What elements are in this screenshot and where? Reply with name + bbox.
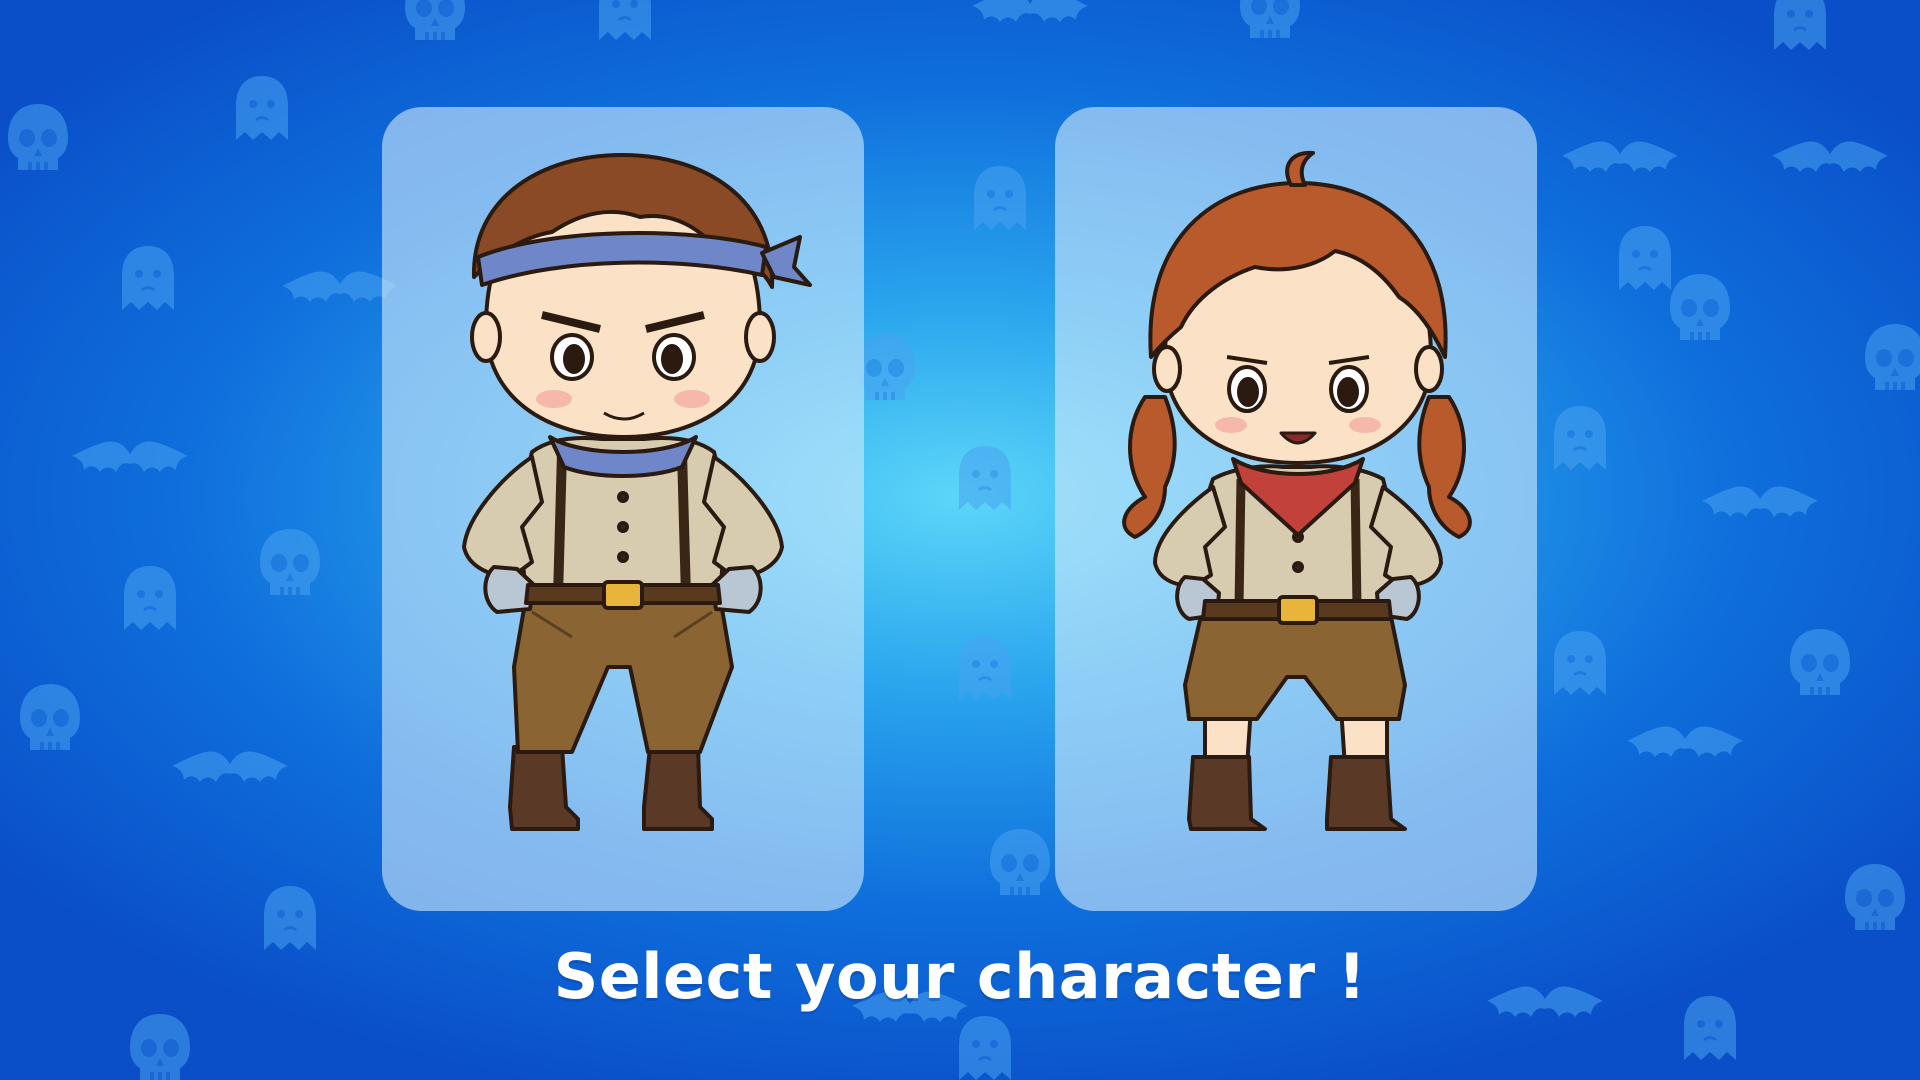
ghost-icon: [1552, 404, 1608, 472]
bat-icon: [1702, 486, 1818, 517]
background: Select your character !: [0, 0, 1920, 1080]
bat-icon: [972, 0, 1088, 22]
ghost-icon: [972, 164, 1028, 232]
ghost-icon: [122, 564, 178, 632]
bat-icon: [1772, 141, 1888, 172]
bat-icon: [282, 271, 398, 302]
ghost-icon: [120, 244, 176, 312]
character-card-girl[interactable]: [1055, 107, 1537, 911]
ghost-icon: [1617, 224, 1673, 292]
boy-character-icon: [462, 153, 812, 831]
ghost-icon: [957, 634, 1013, 702]
ghost-icon: [1552, 629, 1608, 697]
bat-icon: [72, 441, 188, 472]
ghost-icon: [1772, 0, 1828, 52]
bat-icon: [1562, 141, 1678, 172]
skull-icon: [1790, 629, 1850, 695]
ghost-icon: [957, 1014, 1013, 1080]
ghost-icon: [234, 74, 290, 142]
skull-icon: [1865, 324, 1920, 390]
skull-icon: [990, 829, 1050, 895]
ghost-icon: [957, 444, 1013, 512]
skull-icon: [8, 104, 68, 170]
background-pattern: [8, 0, 1920, 1080]
bat-icon: [1627, 726, 1743, 757]
skull-icon: [855, 334, 915, 400]
ghost-icon: [597, 0, 653, 42]
skull-icon: [1845, 864, 1905, 930]
skull-icon: [405, 0, 465, 40]
page-title: Select your character !: [553, 940, 1367, 1013]
girl-character-icon: [1122, 150, 1472, 831]
bat-icon: [172, 751, 288, 782]
character-card-boy[interactable]: [382, 107, 864, 911]
skull-icon: [260, 529, 320, 595]
skull-icon: [20, 684, 80, 750]
skull-icon: [1670, 274, 1730, 340]
skull-icon: [1240, 0, 1300, 38]
skull-icon: [130, 1014, 190, 1080]
